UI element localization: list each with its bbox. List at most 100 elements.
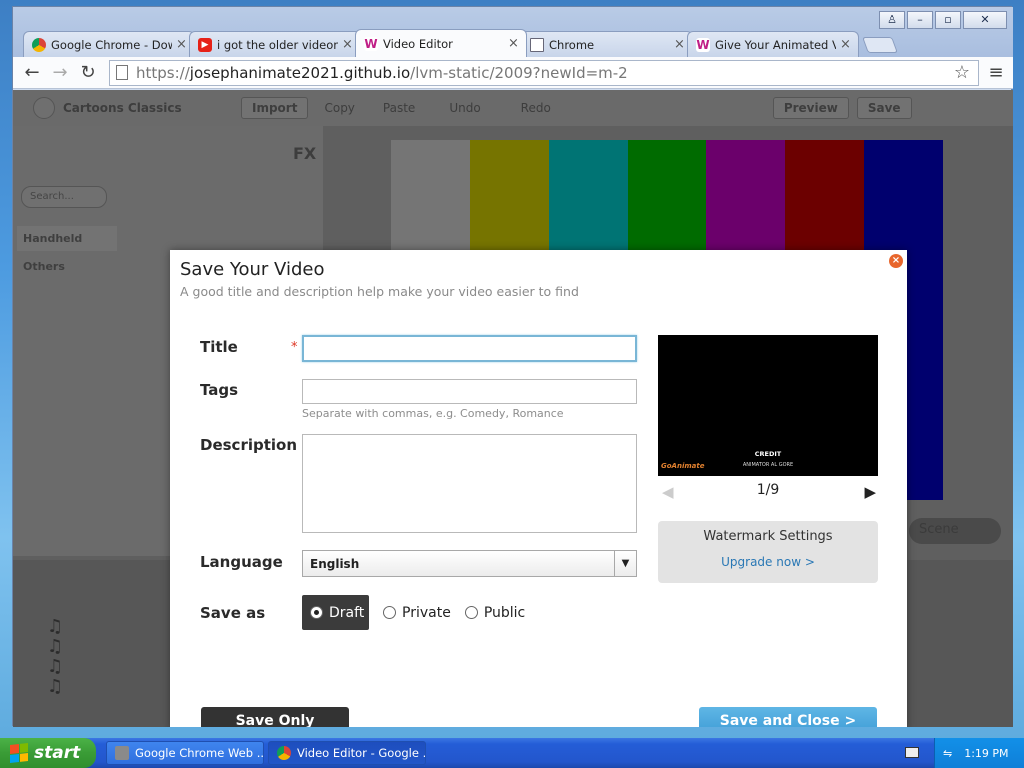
- tab-label: i got the older videom: [217, 37, 338, 52]
- wrapper-icon: W: [364, 36, 378, 51]
- tab-label: Give Your Animated Vide: [715, 37, 836, 52]
- watermark-title: Watermark Settings: [703, 529, 833, 544]
- tab-strip: Google Chrome - Downlo × ▶ i got the old…: [23, 27, 898, 57]
- close-window-button[interactable]: ✕: [963, 11, 1007, 29]
- radio-label: Private: [402, 604, 451, 621]
- theme-avatar-icon: [33, 97, 55, 119]
- video-editor-page: Cartoons Classics Import Copy Paste Undo…: [13, 90, 1013, 727]
- sound-track-icon: ♫: [47, 616, 64, 637]
- tab-chrome[interactable]: Chrome ×: [521, 31, 693, 57]
- thumbnail-preview: CREDIT ANIMATOR AL GORE GoAnimate: [658, 335, 878, 476]
- goanimate-logo: GoAnimate: [661, 462, 705, 470]
- taskbar-item-chrome-web[interactable]: Google Chrome Web ...: [106, 741, 264, 765]
- save-video-dialog: Save Your Video A good title and descrip…: [170, 250, 907, 727]
- tab-video-editor[interactable]: W Video Editor ×: [355, 29, 527, 57]
- category-handheld[interactable]: Handheld: [17, 226, 117, 251]
- undo-button[interactable]: Undo: [449, 101, 480, 115]
- sound-track-icon: ♫: [47, 656, 64, 677]
- back-icon[interactable]: ←: [19, 60, 45, 86]
- editor-toolbar: Cartoons Classics Import Copy Paste Undo…: [13, 90, 1013, 126]
- forward-icon[interactable]: →: [47, 60, 73, 86]
- next-thumbnail-icon[interactable]: ▶: [864, 483, 876, 501]
- tags-hint: Separate with commas, e.g. Comedy, Roman…: [302, 407, 564, 420]
- tab-chrome-download[interactable]: Google Chrome - Downlo ×: [23, 31, 195, 57]
- category-others[interactable]: Others: [17, 254, 117, 279]
- save-only-button[interactable]: Save Only: [201, 707, 349, 727]
- thumbnail-pager: ◀ 1/9 ▶: [658, 481, 878, 501]
- new-tab-button[interactable]: [862, 37, 898, 53]
- radio-label: Public: [483, 604, 526, 621]
- windows-logo-icon: [10, 743, 28, 763]
- minimize-button[interactable]: –: [907, 11, 933, 29]
- required-mark: *: [291, 340, 298, 355]
- description-textarea[interactable]: [302, 434, 637, 533]
- title-label: Title: [200, 338, 238, 356]
- theme-selector[interactable]: Cartoons Classics: [63, 101, 213, 115]
- browser-toolbar: ← → ↻ https:// josephanimate2021.github.…: [13, 57, 1013, 89]
- tab-close-icon[interactable]: ×: [674, 37, 686, 52]
- radio-label: Draft: [329, 604, 365, 621]
- tags-label: Tags: [200, 381, 239, 399]
- wrapper-icon: W: [696, 37, 710, 52]
- paste-button[interactable]: Paste: [383, 101, 415, 115]
- language-label: Language: [200, 553, 283, 571]
- watermark-settings-box: Watermark Settings Upgrade now >: [658, 521, 878, 583]
- window-controls: ♙ – ▫ ✕: [879, 11, 1007, 29]
- sound-track-icon: ♫: [47, 636, 64, 657]
- app-icon: [115, 746, 129, 760]
- reload-icon[interactable]: ↻: [75, 60, 101, 86]
- task-label: Google Chrome Web ...: [135, 746, 264, 760]
- tab-label: Video Editor: [383, 36, 453, 51]
- dialog-subtitle: A good title and description help make y…: [180, 284, 579, 299]
- chrome-icon: [32, 37, 46, 52]
- preview-button[interactable]: Preview: [772, 97, 849, 119]
- asset-search-input[interactable]: Search...: [21, 186, 107, 208]
- radio-private[interactable]: Private: [383, 605, 451, 621]
- start-label: start: [34, 743, 81, 763]
- save-button[interactable]: Save: [856, 97, 912, 119]
- tags-input[interactable]: [302, 379, 637, 404]
- system-tray: ⇋ 1:19 PM: [934, 738, 1024, 768]
- tab-close-icon[interactable]: ×: [508, 36, 520, 51]
- tab-youtube[interactable]: ▶ i got the older videom ×: [189, 31, 361, 57]
- thumbnail-page-indicator: 1/9: [756, 482, 780, 498]
- copy-button[interactable]: Copy: [324, 101, 354, 115]
- fx-tab[interactable]: FX: [293, 144, 316, 163]
- user-icon[interactable]: ♙: [879, 11, 905, 29]
- upgrade-link[interactable]: Upgrade now >: [658, 555, 878, 569]
- save-as-label: Save as: [200, 604, 266, 622]
- start-button[interactable]: start: [0, 738, 96, 768]
- close-dialog-icon[interactable]: ×: [889, 254, 903, 268]
- radio-public[interactable]: Public: [464, 604, 526, 621]
- tab-close-icon[interactable]: ×: [840, 37, 852, 52]
- title-input[interactable]: [302, 335, 637, 362]
- page-info-icon[interactable]: [116, 65, 128, 80]
- dialog-title: Save Your Video: [180, 259, 325, 280]
- network-icon[interactable]: ⇋: [943, 747, 952, 760]
- title-bar: Google Chrome - Downlo × ▶ i got the old…: [13, 7, 1013, 57]
- menu-icon[interactable]: ≡: [985, 62, 1007, 83]
- keyboard-icon[interactable]: [905, 747, 919, 758]
- scene-button[interactable]: Scene: [909, 518, 1001, 544]
- language-value: English: [310, 557, 360, 571]
- bookmark-star-icon[interactable]: ☆: [954, 62, 970, 83]
- radio-draft[interactable]: Draft: [302, 595, 369, 630]
- tab-close-icon[interactable]: ×: [342, 37, 354, 52]
- tab-label: Chrome: [549, 37, 595, 52]
- import-button[interactable]: Import: [241, 97, 309, 119]
- radio-selected-icon: [310, 606, 323, 619]
- credit-title: CREDIT: [754, 450, 782, 458]
- tab-label: Google Chrome - Downlo: [51, 37, 172, 52]
- radio-icon: [383, 606, 396, 619]
- save-and-close-button[interactable]: Save and Close >: [699, 707, 877, 727]
- maximize-button[interactable]: ▫: [935, 11, 961, 29]
- address-bar[interactable]: https:// josephanimate2021.github.io /lv…: [109, 59, 979, 86]
- sound-track-icon: ♫: [47, 676, 64, 697]
- tab-close-icon[interactable]: ×: [176, 37, 188, 52]
- language-select[interactable]: English ▼: [302, 550, 637, 577]
- chevron-down-icon[interactable]: ▼: [614, 551, 636, 576]
- taskbar-item-video-editor[interactable]: Video Editor - Google ...: [268, 741, 426, 765]
- radio-icon: [464, 606, 478, 619]
- redo-button[interactable]: Redo: [521, 101, 551, 115]
- tab-give-animated[interactable]: W Give Your Animated Vide ×: [687, 31, 859, 57]
